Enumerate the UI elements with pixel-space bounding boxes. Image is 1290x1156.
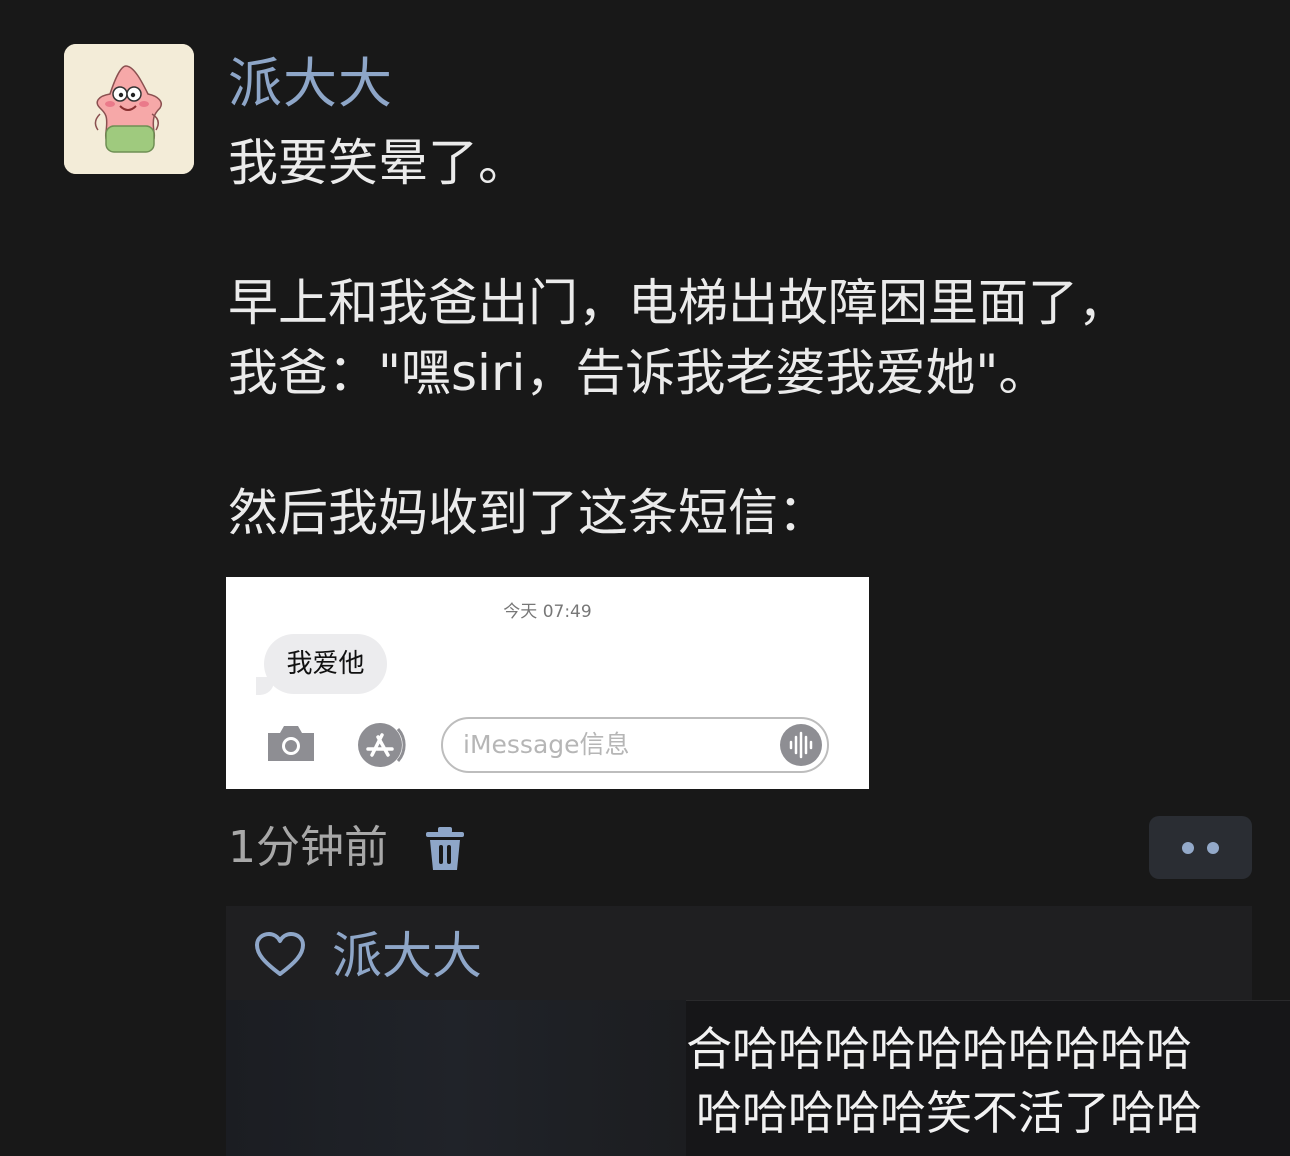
more-dot-icon [1182,842,1194,854]
post-text-blank-line [228,408,1228,478]
app-store-icon [358,723,406,767]
patrick-star-avatar-icon [64,44,194,174]
heart-icon [255,932,305,976]
avatar[interactable] [64,44,194,174]
post-text-line: 然后我妈收到了这条短信： [228,484,828,542]
audio-waveform-icon [780,724,822,766]
message-timestamp: 今天 07:49 [503,602,592,622]
more-dot-icon [1207,842,1219,854]
trash-icon[interactable] [424,826,466,872]
post-text-line: 我要笑晕了。 [228,134,528,192]
comment-text-line: 哈哈哈哈哈笑不活了哈哈 [696,1086,1202,1140]
comment-text-line: 合哈哈哈哈哈哈哈哈哈哈 [686,1022,1192,1076]
post-text-blank-line [228,198,1228,268]
more-options-button[interactable] [1149,816,1252,879]
attached-screenshot[interactable]: 今天 07:49 我爱他 iMessage信息 [226,577,869,789]
post-author-name[interactable]: 派大大 [228,52,393,116]
imessage-input[interactable]: iMessage信息 [441,717,829,773]
message-bubble: 我爱他 [264,634,387,694]
blurred-comment-area [226,1000,686,1156]
post-timestamp: 1分钟前 [228,822,388,873]
imessage-input-placeholder: iMessage信息 [463,730,630,759]
comment-popup: 合哈哈哈哈哈哈哈哈哈哈 哈哈哈哈哈笑不活了哈哈 [686,1000,1290,1156]
post-text-line: 早上和我爸出门，电梯出故障困里面了， [228,274,1128,332]
post-text-line: 我爸："嘿siri，告诉我老婆我爱她"。 [228,344,1049,402]
post-content: 我要笑晕了。 早上和我爸出门，电梯出故障困里面了， 我爸："嘿siri，告诉我老… [228,128,1228,548]
camera-icon [268,726,314,761]
liker-name[interactable]: 派大大 [332,924,482,988]
